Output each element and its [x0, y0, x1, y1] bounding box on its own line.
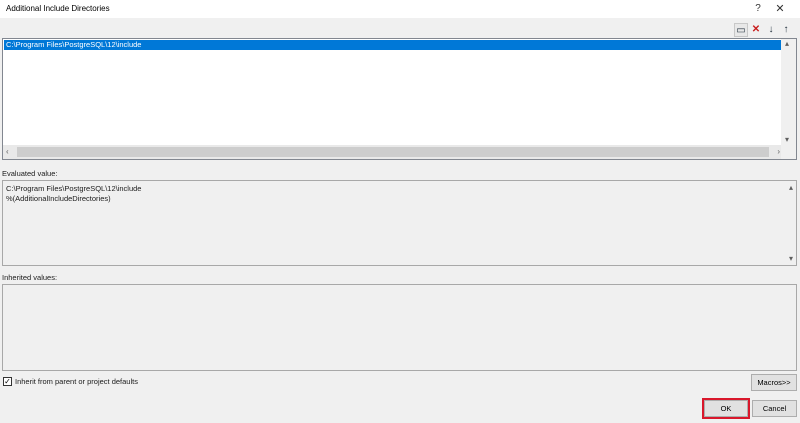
inherit-checkbox-label[interactable]: Inherit from parent or project defaults [15, 377, 138, 386]
scroll-left-icon[interactable]: ‹ [6, 147, 9, 156]
evaluated-line: C:\Program Files\PostgreSQL\12\include [6, 184, 142, 193]
inherit-checkbox[interactable]: ✓ [3, 376, 12, 386]
list-horizontal-scrollbar[interactable]: ‹ › [3, 145, 783, 159]
inherited-scroll-area [782, 285, 796, 370]
list-vertical-scrollbar[interactable]: ▴ ▾ [781, 39, 796, 145]
inherit-checkbox-row[interactable]: ✓ Inherit from parent or project default… [3, 375, 138, 387]
scroll-down-icon[interactable]: ▾ [785, 135, 789, 144]
evaluated-value-label: Evaluated value: [2, 169, 58, 178]
inherited-values-label: Inherited values: [2, 273, 58, 282]
macros-button[interactable]: Macros>> [751, 374, 797, 391]
inherited-values-box [2, 284, 797, 371]
scroll-right-icon[interactable]: › [777, 147, 780, 156]
cancel-button[interactable]: Cancel [752, 400, 797, 417]
move-down-icon[interactable]: ↓ [764, 23, 778, 37]
delete-icon[interactable]: ✕ [749, 23, 763, 37]
scroll-corner [781, 145, 796, 159]
scroll-thumb[interactable] [17, 147, 769, 157]
list-toolbar: ▭ ✕ ↓ ↑ [734, 23, 793, 37]
scroll-up-icon[interactable]: ▴ [789, 183, 793, 192]
title-bar: Additional Include Directories ? ✕ [0, 0, 800, 18]
close-button[interactable]: ✕ [768, 1, 792, 17]
scroll-down-icon[interactable]: ▾ [789, 254, 793, 263]
evaluated-value-box: C:\Program Files\PostgreSQL\12\include %… [2, 180, 797, 266]
help-button[interactable]: ? [746, 1, 770, 17]
ok-button[interactable]: OK [704, 400, 748, 417]
move-up-icon[interactable]: ↑ [779, 23, 793, 37]
include-directories-list[interactable]: C:\Program Files\PostgreSQL\12\include ▴… [2, 38, 797, 160]
window-title: Additional Include Directories [6, 4, 110, 13]
scroll-up-icon[interactable]: ▴ [785, 39, 789, 48]
new-line-icon[interactable]: ▭ [734, 23, 748, 37]
list-item[interactable]: C:\Program Files\PostgreSQL\12\include [4, 40, 783, 50]
evaluated-line: %(AdditionalIncludeDirectories) [6, 194, 111, 203]
